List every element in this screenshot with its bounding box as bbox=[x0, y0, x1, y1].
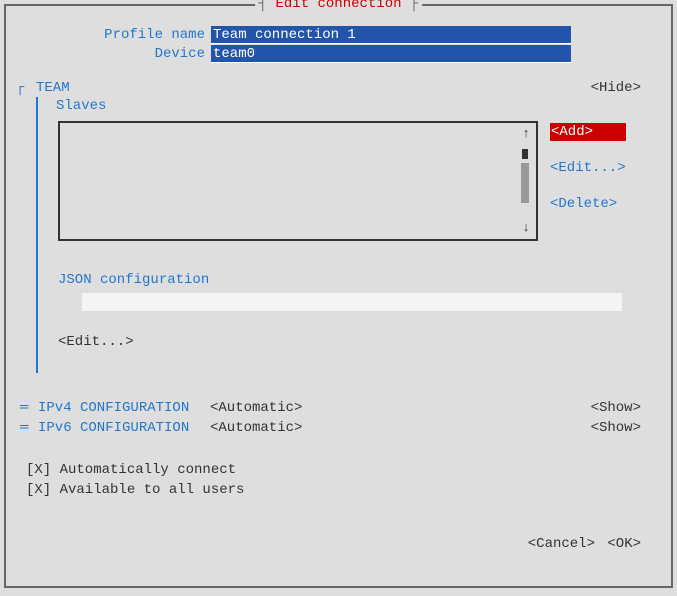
ipv4-row: ═ IPv4 CONFIGURATION <Automatic> <Show> bbox=[16, 399, 661, 417]
team-section-header: ┌ TEAM <Hide> bbox=[16, 79, 661, 97]
ipv4-expand-icon[interactable]: ═ bbox=[20, 399, 38, 417]
profile-name-label: Profile name bbox=[16, 26, 211, 44]
slaves-listbox[interactable]: ↑ ↓ bbox=[58, 121, 538, 241]
scroll-up-icon[interactable]: ↑ bbox=[522, 125, 530, 143]
hide-button[interactable]: <Hide> bbox=[589, 79, 661, 97]
ipv4-value[interactable]: <Automatic> bbox=[210, 399, 302, 417]
slaves-label: Slaves bbox=[56, 97, 661, 115]
add-button[interactable]: <Add> bbox=[550, 123, 626, 141]
ipv6-expand-icon[interactable]: ═ bbox=[20, 419, 38, 437]
team-collapse-mark: ┌ bbox=[16, 79, 36, 97]
cancel-button[interactable]: <Cancel> bbox=[528, 536, 595, 552]
ok-button[interactable]: <OK> bbox=[607, 536, 641, 552]
json-config-label: JSON configuration bbox=[58, 271, 661, 289]
slaves-actions: <Add> <Edit...> <Delete> bbox=[550, 121, 626, 241]
delete-button[interactable]: <Delete> bbox=[550, 195, 626, 213]
auto-connect-checkbox[interactable]: [X] Automatically connect bbox=[26, 461, 661, 479]
ipv4-show-button[interactable]: <Show> bbox=[591, 399, 661, 417]
edit-connection-dialog: ┤ Edit connection ├ Profile name Device … bbox=[4, 4, 673, 588]
profile-name-row: Profile name bbox=[16, 26, 661, 44]
device-row: Device bbox=[16, 45, 661, 63]
device-label: Device bbox=[16, 45, 211, 63]
dialog-title: ┤ Edit connection ├ bbox=[255, 0, 423, 13]
edit-button[interactable]: <Edit...> bbox=[550, 159, 626, 177]
json-edit-button[interactable]: <Edit...> bbox=[58, 333, 661, 351]
ipv6-label: IPv6 CONFIGURATION bbox=[38, 419, 210, 437]
scroll-tick bbox=[522, 149, 528, 159]
all-users-checkbox[interactable]: [X] Available to all users bbox=[26, 481, 661, 499]
ipv6-row: ═ IPv6 CONFIGURATION <Automatic> <Show> bbox=[16, 419, 661, 437]
ipv6-show-button[interactable]: <Show> bbox=[591, 419, 661, 437]
team-section-label: TEAM bbox=[36, 79, 70, 97]
ipv6-value[interactable]: <Automatic> bbox=[210, 419, 302, 437]
scroll-down-icon[interactable]: ↓ bbox=[522, 219, 530, 237]
ipv4-label: IPv4 CONFIGURATION bbox=[38, 399, 210, 417]
json-config-input[interactable] bbox=[82, 293, 622, 311]
scroll-thumb[interactable] bbox=[521, 163, 529, 203]
dialog-buttons: <Cancel> <OK> bbox=[16, 535, 661, 553]
team-section-body: Slaves ↑ ↓ <Add> <Edit...> <Delete> JSON… bbox=[36, 97, 661, 373]
device-input[interactable] bbox=[211, 45, 571, 63]
profile-name-input[interactable] bbox=[211, 26, 571, 44]
